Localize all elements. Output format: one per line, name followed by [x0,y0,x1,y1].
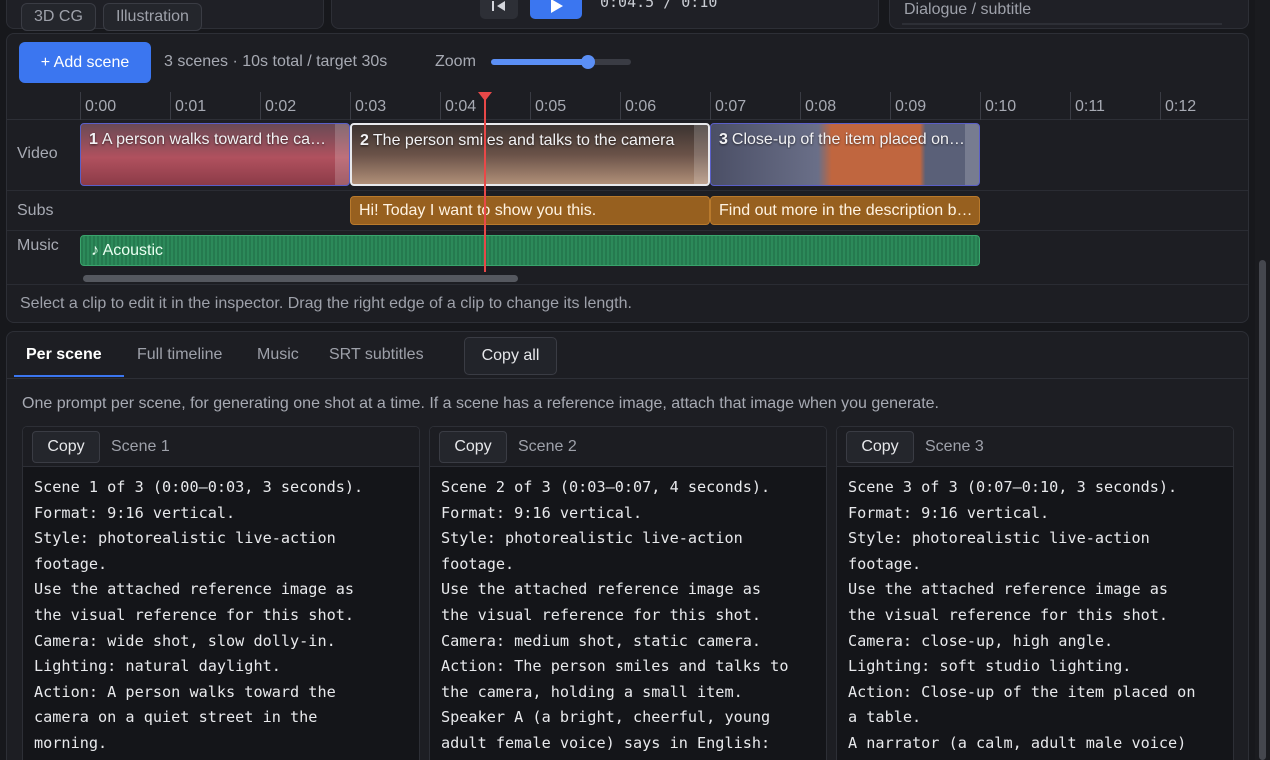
ruler-tick: 0:04 [440,92,476,120]
tab-srt-subtitles[interactable]: SRT subtitles [329,346,424,364]
copy-scene-2-button[interactable]: Copy [439,431,507,463]
skip-to-start-icon [492,1,505,11]
ruler-tick: 0:10 [980,92,1016,120]
card-header: Copy Scene 2 [430,427,826,467]
tab-per-scene[interactable]: Per scene [26,346,102,364]
ruler-tick: 0:08 [800,92,836,120]
prompt-tabs: Per scene Full timeline Music SRT subtit… [7,332,1248,379]
add-scene-button[interactable]: + Add scene [19,42,151,83]
style-panel: 3D CG Illustration [6,0,324,31]
music-track-label: Music [17,237,59,254]
timeline-toolbar: + Add scene 3 scenes · 10s total / targe… [7,34,1248,90]
copy-scene-1-button[interactable]: Copy [32,431,100,463]
clip-title: 1A person walks toward the camera on a q… [89,131,339,149]
clip-number: 1 [89,131,98,148]
clip-title-text: The person smiles and talks to the camer… [372,132,675,149]
ruler-tick: 0:09 [890,92,926,120]
ruler-tick: 0:07 [710,92,746,120]
video-track: Video 1A person walks toward the camera … [7,120,1248,191]
dialogue-field[interactable] [902,23,1222,25]
clip-title: 3Close-up of the item placed on a table [719,131,969,149]
video-track-label: Video [17,145,58,162]
music-clip[interactable]: ♪ Acoustic [80,235,980,266]
card-title: Scene 2 [518,438,577,455]
clip-number: 3 [719,131,728,148]
clip-title-text: Close-up of the item placed on a table [731,131,969,148]
zoom-thumb[interactable] [580,55,595,69]
ruler-gutter [7,92,80,120]
clip-resize-handle[interactable] [694,125,708,184]
timeline-panel: + Add scene 3 scenes · 10s total / targe… [6,33,1249,323]
style-chip-3d-cg[interactable]: 3D CG [21,3,96,31]
divider [7,284,1248,285]
play-button[interactable] [530,0,582,19]
ruler-tick: 0:05 [530,92,566,120]
zoom-fill [491,59,588,65]
play-icon [551,0,563,13]
prompt-text[interactable]: Scene 2 of 3 (0:03–0:07, 4 seconds). For… [441,475,818,757]
video-clip-scene-1[interactable]: 1A person walks toward the camera on a q… [80,123,350,186]
ruler-tick: 0:12 [1160,92,1196,120]
clip-number: 2 [360,132,369,149]
copy-scene-3-button[interactable]: Copy [846,431,914,463]
subtitle-clip[interactable]: Hi! Today I want to show you this. [350,196,710,225]
video-clip-scene-2[interactable]: 2 The person smiles and talks to the came… [350,123,710,186]
video-clip-scene-3[interactable]: 3Close-up of the item placed on a table [710,123,980,186]
clip-resize-handle[interactable] [335,124,349,185]
card-title: Scene 1 [111,438,170,455]
ruler-tick: 0:00 [80,92,116,120]
ruler-tick: 0:01 [170,92,206,120]
clip-title: 2 The person smiles and talks to the came… [360,132,698,150]
zoom-label: Zoom [435,53,476,70]
card-header: Copy Scene 1 [23,427,419,467]
playhead[interactable] [484,92,486,272]
copy-all-button[interactable]: Copy all [464,337,557,375]
subs-track-label: Subs [17,202,54,219]
prompt-text[interactable]: Scene 1 of 3 (0:00–0:03, 3 seconds). For… [34,475,411,757]
page-scrollbar-thumb[interactable] [1259,260,1266,760]
timeline-summary: 3 scenes · 10s total / target 30s [164,53,388,70]
prompt-description: One prompt per scene, for generating one… [22,395,939,412]
timeline-horizontal-scrollbar[interactable] [83,275,518,282]
scene-prompt-card: Copy Scene 3 Scene 3 of 3 (0:07–0:10, 3 … [836,426,1234,760]
ruler-tick: 0:02 [260,92,296,120]
ruler-tick: 0:11 [1070,92,1105,120]
ruler-tick: 0:06 [620,92,656,120]
ruler-tick: 0:03 [350,92,386,120]
subtitle-track: Subs Hi! Today I want to show you this. F… [7,191,1248,231]
tab-music[interactable]: Music [257,346,299,364]
scene-prompt-card: Copy Scene 2 Scene 2 of 3 (0:03–0:07, 4 … [429,426,827,760]
scene-prompt-card: Copy Scene 1 Scene 1 of 3 (0:00–0:03, 3 … [22,426,420,760]
active-tab-indicator [14,375,124,377]
subtitle-clip[interactable]: Find out more in the description below. [710,196,980,225]
time-readout: 0:04.5 / 0:10 [600,0,718,11]
timeline-hint: Select a clip to edit it in the inspecto… [20,295,632,312]
player-controls: 0:04.5 / 0:10 [331,0,879,29]
prompt-panel: Per scene Full timeline Music SRT subtit… [6,331,1249,760]
prompt-text[interactable]: Scene 3 of 3 (0:07–0:10, 3 seconds). For… [848,475,1225,757]
tab-full-timeline[interactable]: Full timeline [137,346,222,364]
inspector-panel: Dialogue / subtitle [889,0,1249,29]
style-chip-illustration[interactable]: Illustration [103,3,202,31]
skip-to-start-button[interactable] [480,0,518,19]
zoom-slider[interactable] [491,55,631,69]
dialogue-field-label: Dialogue / subtitle [904,1,1032,18]
time-ruler[interactable]: 0:00 0:01 0:02 0:03 0:04 0:05 0:06 0:07 0:08 0:09… [80,92,1248,120]
music-track: Music ♪ Acoustic [7,231,1248,267]
card-header: Copy Scene 3 [837,427,1233,467]
clip-title-text: A person walks toward the camera on a qu… [101,131,339,148]
clip-resize-handle[interactable] [965,124,979,185]
card-title: Scene 3 [925,438,984,455]
